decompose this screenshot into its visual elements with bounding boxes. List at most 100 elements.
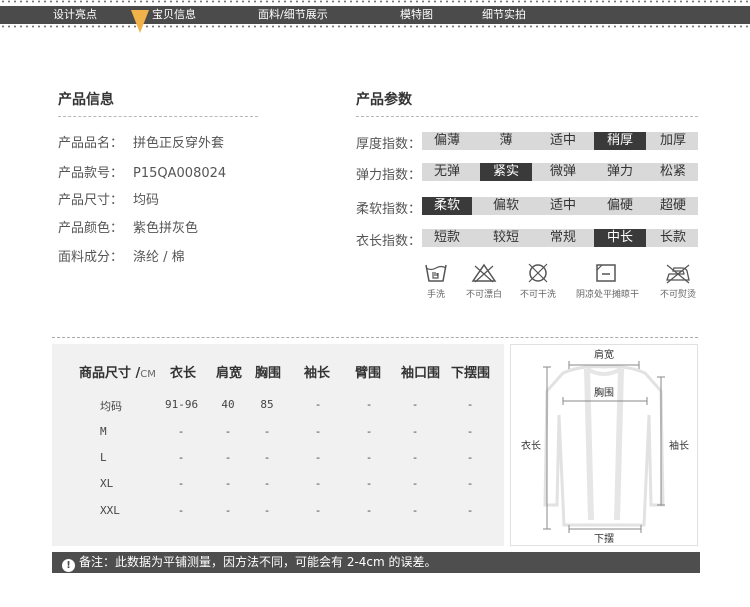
param-scale-bar: 偏薄 薄 适中 稍厚 加厚 bbox=[422, 132, 698, 150]
size-table-cell: - bbox=[466, 451, 474, 464]
care-label-no-bleach: 不可漂白 bbox=[465, 290, 502, 300]
size-table-cell: - bbox=[177, 477, 185, 490]
size-table-cell: - bbox=[411, 504, 419, 517]
param-option: 短款 bbox=[433, 230, 460, 245]
cardigan-outline-icon: 肩宽 胸围 衣长 袖长 下摆 bbox=[521, 348, 689, 545]
care-label-dry-flat-shade: 阴凉处平摊晾干 bbox=[576, 290, 640, 300]
note-text: 备注：此数据为平铺测量，因方法不同，可能会有 2-4cm 的误差。 bbox=[79, 555, 437, 569]
product-info-row: 产品尺寸： 均码 bbox=[58, 189, 159, 208]
top-nav: 设计亮点 宝贝信息 面料/细节展示 模特图 细节实拍 bbox=[0, 0, 750, 28]
size-table-cell: - bbox=[263, 504, 271, 517]
size-table-cell: - bbox=[466, 425, 474, 438]
size-table-cell: - bbox=[411, 451, 419, 464]
size-table-size-cell: L bbox=[100, 451, 107, 464]
param-option-selected: 柔软 bbox=[422, 197, 472, 215]
param-option: 偏软 bbox=[492, 198, 519, 213]
param-option: 超硬 bbox=[659, 198, 686, 213]
size-table-column-header: 胸围 bbox=[255, 366, 282, 381]
param-option: 适中 bbox=[549, 133, 576, 148]
product-info-label: 产品款号： bbox=[58, 166, 124, 181]
param-option-selected: 中长 bbox=[594, 229, 646, 247]
size-table-header-label: 商品尺寸 / bbox=[79, 366, 141, 381]
product-info-value: 紫色拼灰色 bbox=[133, 221, 199, 236]
size-table-cell: - bbox=[411, 398, 419, 411]
product-params-heading: 产品参数 bbox=[356, 92, 412, 108]
size-table-column-header: 下摆围 bbox=[451, 366, 491, 381]
hand-wash-icon bbox=[425, 264, 447, 282]
param-option: 弹力 bbox=[606, 164, 633, 179]
size-table-cell: - bbox=[314, 477, 322, 490]
size-table: 商品尺寸 /CM 衣长 肩宽 胸围 袖长 臂围 袖口围 下摆围 均码 91-96 40 85 - - -… bbox=[52, 344, 504, 546]
size-table-cell: - bbox=[177, 451, 185, 464]
nav-item-model-photos[interactable]: 模特图 bbox=[400, 6, 433, 24]
size-table-cell: - bbox=[314, 425, 322, 438]
param-option-selected: 紧实 bbox=[480, 163, 532, 181]
param-scale-bar: 短款 较短 常规 中长 长款 bbox=[422, 229, 698, 247]
size-table-column-header: 袖口围 bbox=[401, 366, 441, 381]
product-info-row: 产品款号： P15QA008024 bbox=[58, 162, 226, 181]
size-table-size-cell: 均码 bbox=[100, 400, 122, 413]
param-scale-bar: 柔软 偏软 适中 偏硬 超硬 bbox=[422, 197, 698, 215]
product-info-value: P15QA008024 bbox=[133, 166, 227, 181]
param-option: 长款 bbox=[659, 230, 686, 245]
product-info-heading: 产品信息 bbox=[58, 92, 114, 108]
nav-dotted-border-bottom bbox=[0, 25, 750, 28]
no-dry-clean-icon bbox=[528, 263, 548, 283]
product-info-value: 拼色正反穿外套 bbox=[133, 136, 225, 151]
product-info-row: 产品颜色： 紫色拼灰色 bbox=[58, 217, 198, 236]
size-table-size-cell: XXL bbox=[100, 504, 120, 517]
param-option: 偏薄 bbox=[433, 133, 460, 148]
nav-item-design-highlights[interactable]: 设计亮点 bbox=[53, 6, 97, 24]
care-label-no-dry-clean: 不可干洗 bbox=[519, 290, 556, 300]
nav-item-fabric-details[interactable]: 面料/细节展示 bbox=[258, 6, 328, 24]
garment-measure-diagram: 肩宽 胸围 衣长 袖长 下摆 bbox=[510, 344, 698, 546]
size-table-cell: - bbox=[365, 504, 373, 517]
size-table-cell: 40 bbox=[221, 398, 235, 411]
param-label: 厚度指数： bbox=[356, 137, 422, 152]
product-info-divider bbox=[58, 116, 258, 117]
size-table-header-size: 商品尺寸 /CM bbox=[79, 362, 156, 381]
param-option: 薄 bbox=[499, 133, 513, 148]
size-table-cell: 91-96 bbox=[165, 398, 199, 411]
size-table-cell: - bbox=[466, 504, 474, 517]
nav-item-product-info[interactable]: 宝贝信息 bbox=[152, 6, 196, 24]
param-option: 常规 bbox=[549, 230, 576, 245]
care-label-no-iron: 不可熨烫 bbox=[659, 290, 696, 300]
product-info-row: 产品品名： 拼色正反穿外套 bbox=[58, 132, 224, 151]
dry-flat-shade-icon bbox=[596, 264, 616, 282]
product-info-label: 产品尺寸： bbox=[58, 193, 124, 208]
size-table-column-header: 袖长 bbox=[304, 366, 331, 381]
param-option: 无弹 bbox=[433, 164, 460, 179]
size-table-cell: - bbox=[466, 398, 474, 411]
size-table-cell: - bbox=[224, 477, 232, 490]
size-table-column-header: 肩宽 bbox=[216, 366, 243, 381]
size-table-column-header: 衣长 bbox=[170, 366, 197, 381]
size-table-cell: - bbox=[411, 477, 419, 490]
param-option: 偏硬 bbox=[606, 198, 633, 213]
size-table-cell: - bbox=[365, 425, 373, 438]
care-item-no-iron: 不可熨烫 bbox=[648, 262, 708, 300]
param-scale-bar: 无弹 紧实 微弹 弹力 松紧 bbox=[422, 163, 698, 181]
param-option-selected: 稍厚 bbox=[594, 132, 646, 150]
param-option: 加厚 bbox=[659, 133, 686, 148]
size-table-cell: - bbox=[263, 425, 271, 438]
size-table-cell: - bbox=[314, 451, 322, 464]
size-table-cell: - bbox=[314, 398, 322, 411]
size-table-cell: - bbox=[365, 398, 373, 411]
size-table-cell: - bbox=[365, 477, 373, 490]
param-option: 适中 bbox=[549, 198, 576, 213]
care-item-no-dry-clean: 不可干洗 bbox=[508, 262, 568, 300]
no-iron-icon bbox=[666, 264, 690, 284]
nav-dotted-border-top bbox=[0, 0, 750, 3]
product-info-label: 面料成分： bbox=[58, 250, 124, 265]
size-table-cell: - bbox=[224, 451, 232, 464]
diagram-label-sleeve: 袖长 bbox=[669, 439, 689, 452]
diagram-label-chest: 胸围 bbox=[594, 386, 614, 399]
nav-item-detail-photos[interactable]: 细节实拍 bbox=[482, 6, 526, 24]
size-table-cell: - bbox=[177, 504, 185, 517]
no-bleach-icon bbox=[471, 263, 497, 283]
size-table-cell: - bbox=[411, 425, 419, 438]
diagram-label-length: 衣长 bbox=[521, 439, 541, 452]
product-info-value: 均码 bbox=[133, 193, 160, 208]
param-option: 微弹 bbox=[549, 164, 576, 179]
